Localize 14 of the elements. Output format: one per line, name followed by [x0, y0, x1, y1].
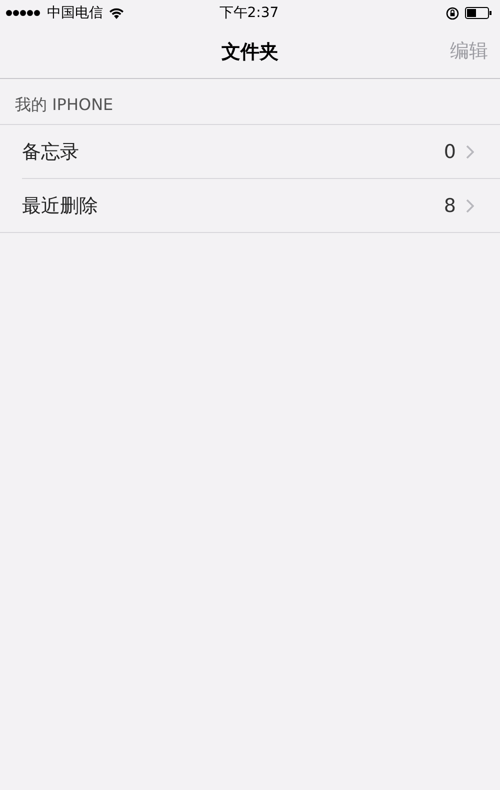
section-header: 我的 IPHONE — [0, 79, 500, 125]
chevron-icon — [466, 198, 474, 212]
rotation-lock-icon — [446, 6, 459, 20]
signal-icon — [6, 10, 41, 16]
wifi-icon — [109, 8, 124, 18]
folder-row[interactable]: 最近删除 8 — [22, 178, 500, 232]
nav-title: 文件夹 — [222, 40, 278, 65]
folder-count: 8 — [444, 194, 456, 216]
folder-row[interactable]: 备忘录 0 — [22, 125, 500, 178]
status-time: 下午2:37 — [219, 4, 279, 22]
carrier-name: 中国电信 — [47, 4, 103, 22]
battery-icon — [464, 7, 492, 19]
chevron-icon — [466, 144, 474, 158]
folder-count: 0 — [444, 140, 456, 162]
